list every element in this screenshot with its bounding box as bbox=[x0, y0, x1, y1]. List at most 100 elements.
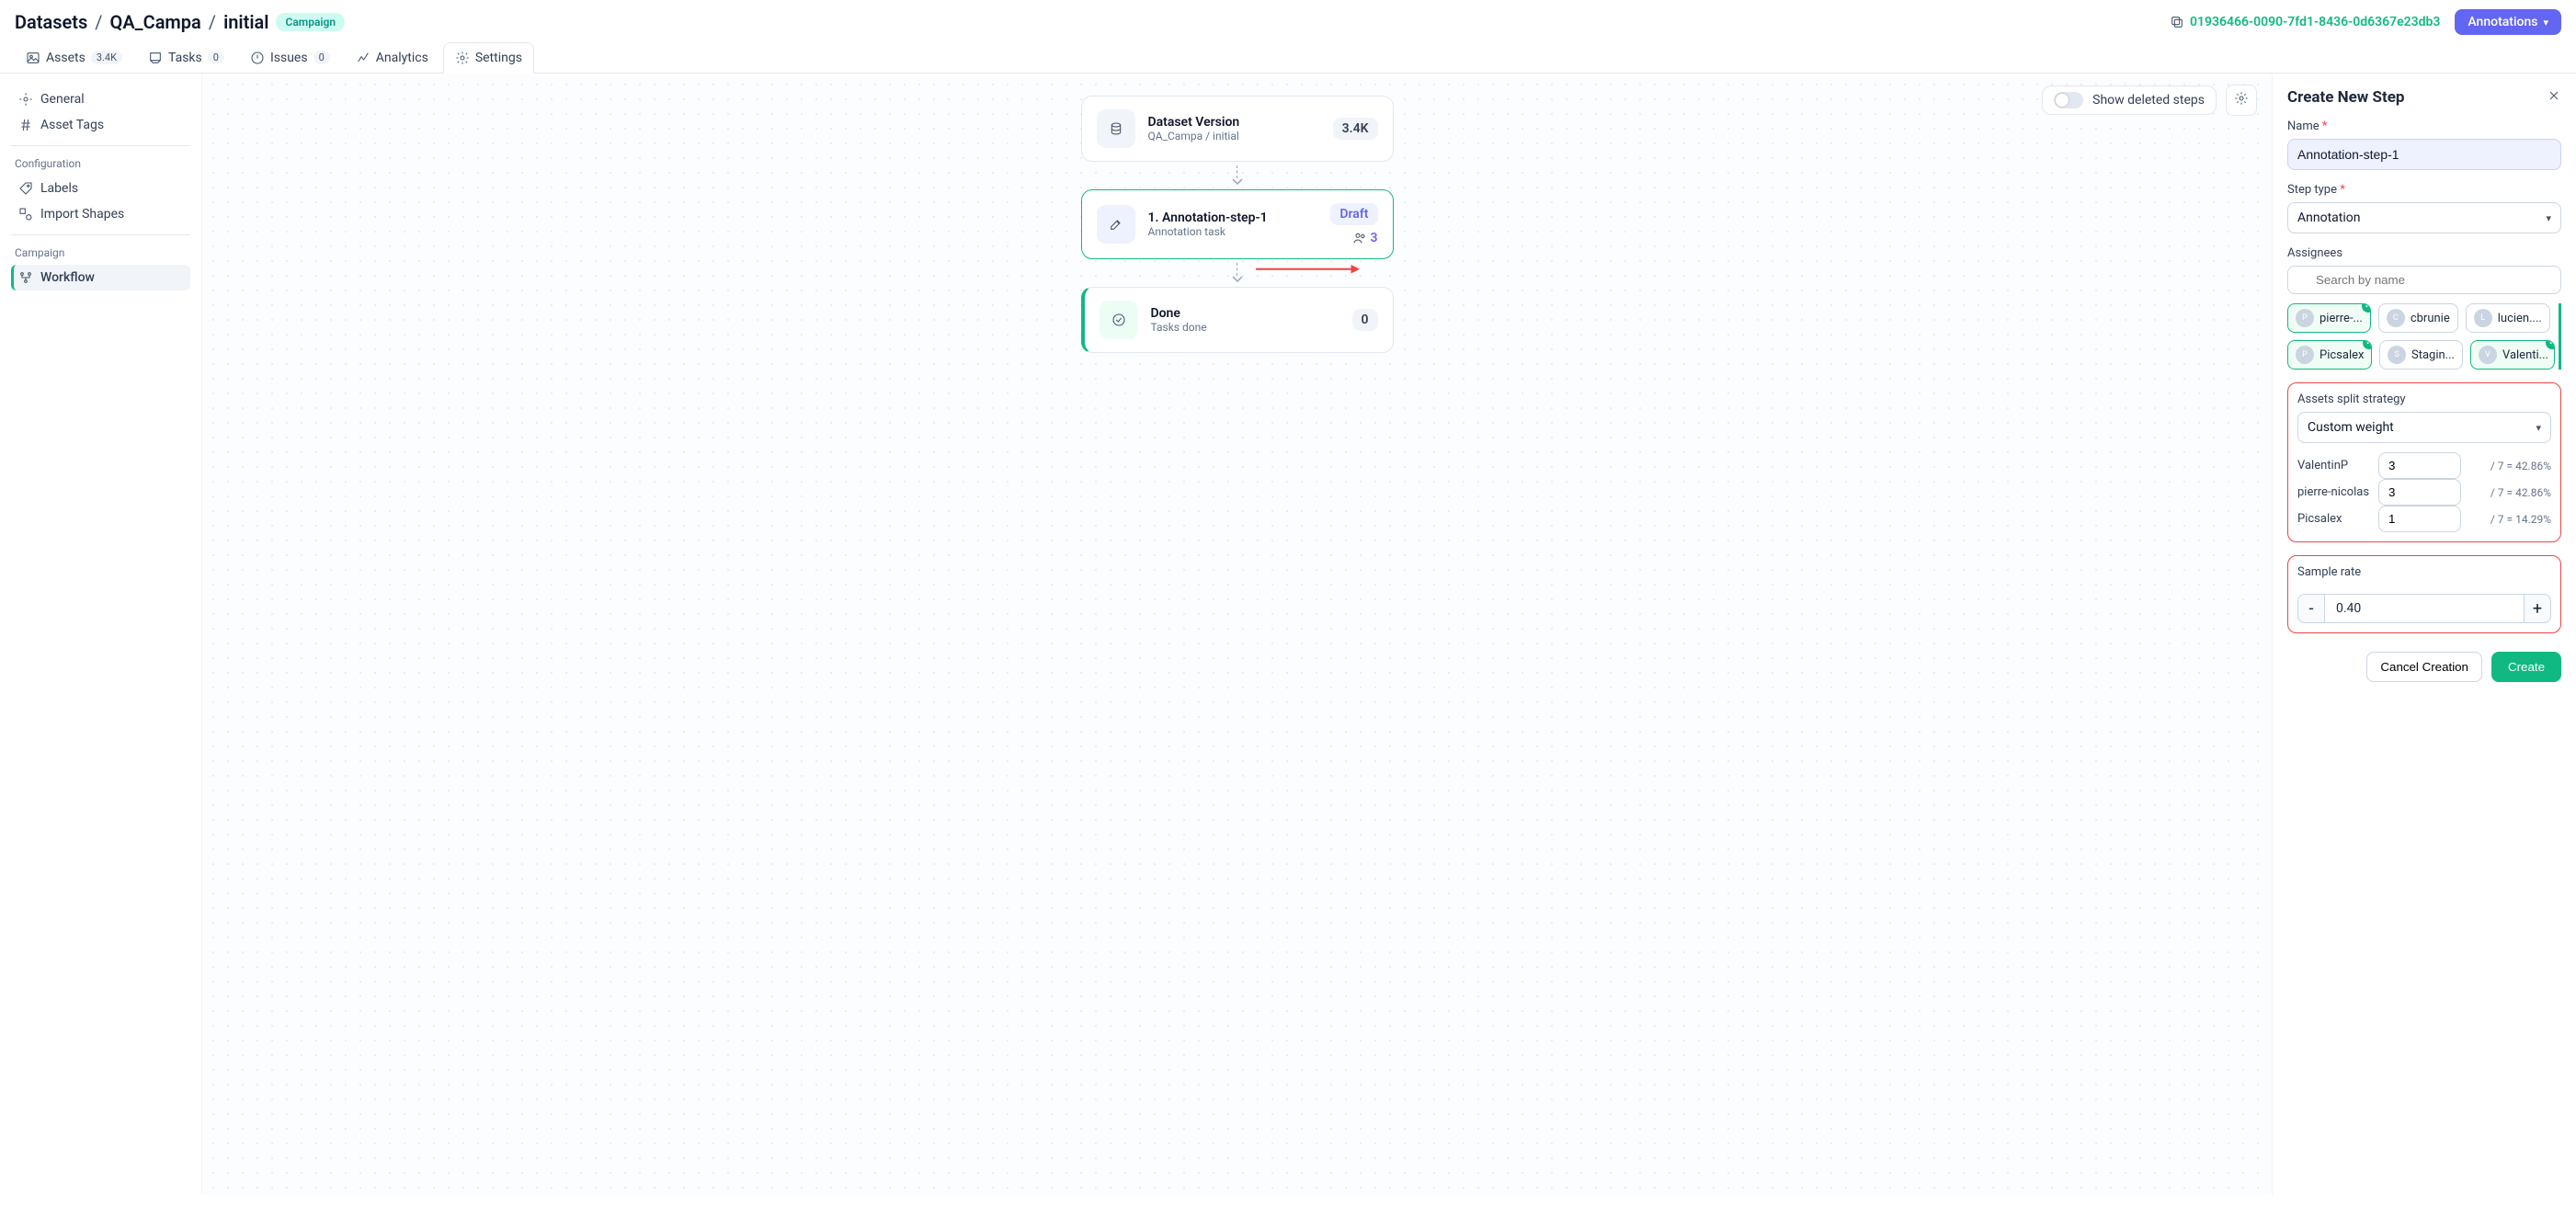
tab-tasks-count: 0 bbox=[208, 51, 224, 64]
node-dataset-title: Dataset Version bbox=[1148, 115, 1240, 130]
name-label: Name bbox=[2287, 119, 2320, 133]
create-step-panel: Create New Step Name * Step type * Annot… bbox=[2273, 74, 2576, 1195]
gear-icon bbox=[18, 92, 33, 107]
chip-label: Stagin... bbox=[2411, 348, 2455, 362]
tab-assets-count: 3.4K bbox=[91, 51, 122, 64]
tab-analytics[interactable]: Analytics bbox=[345, 42, 439, 73]
section-configuration: Configuration bbox=[15, 157, 187, 170]
copy-icon bbox=[2170, 15, 2184, 29]
step-type-select[interactable]: Annotation ▾ bbox=[2287, 202, 2561, 233]
image-icon bbox=[26, 51, 40, 65]
node-step-status: Draft bbox=[1330, 203, 1377, 225]
section-campaign: Campaign bbox=[15, 246, 187, 259]
annotation-arrow bbox=[1256, 264, 1362, 275]
sample-rate-value[interactable]: 0.40 bbox=[2325, 594, 2524, 623]
tab-issues-count: 0 bbox=[313, 51, 330, 64]
chevron-down-icon: ▾ bbox=[2546, 212, 2551, 224]
sidenav-workflow-label: Workflow bbox=[40, 270, 95, 285]
assignee-chips: Ppierre-...✓CcbrunieLlucien....PPicsalex… bbox=[2287, 303, 2561, 370]
sample-rate-label: Sample rate bbox=[2297, 565, 2551, 579]
sidenav-labels[interactable]: Labels bbox=[11, 176, 190, 201]
check-icon: ✓ bbox=[2362, 303, 2371, 313]
assignee-chip[interactable]: Ccbrunie bbox=[2378, 303, 2458, 333]
database-icon bbox=[1109, 121, 1123, 136]
weight-fraction: / 7 = 42.86% bbox=[2468, 486, 2551, 499]
sidenav-import-shapes-label: Import Shapes bbox=[40, 207, 124, 222]
node-step-assignees: 3 bbox=[1352, 231, 1378, 245]
sample-rate-increment[interactable]: + bbox=[2524, 594, 2551, 623]
node-done-count: 0 bbox=[1352, 309, 1378, 331]
assignee-chip[interactable]: Llucien.... bbox=[2466, 303, 2550, 333]
step-name-input[interactable] bbox=[2287, 139, 2561, 170]
tab-tasks[interactable]: Tasks 0 bbox=[137, 42, 235, 73]
sidenav-asset-tags[interactable]: Asset Tags bbox=[11, 112, 190, 138]
sidenav-general[interactable]: General bbox=[11, 86, 190, 112]
weight-input[interactable] bbox=[2378, 452, 2461, 479]
toggle-label: Show deleted steps bbox=[2092, 93, 2205, 108]
sample-rate-section: Sample rate - 0.40 + bbox=[2287, 555, 2561, 633]
weight-row: ValentinP / 7 = 42.86% bbox=[2297, 452, 2551, 479]
tab-analytics-label: Analytics bbox=[376, 51, 428, 65]
gear-icon bbox=[455, 51, 470, 65]
tab-settings[interactable]: Settings bbox=[443, 42, 534, 74]
chip-label: lucien.... bbox=[2498, 312, 2542, 325]
show-deleted-steps-toggle[interactable]: Show deleted steps bbox=[2042, 85, 2217, 115]
chevron-down-icon: ▾ bbox=[2543, 17, 2548, 28]
create-button[interactable]: Create bbox=[2491, 652, 2561, 682]
gear-icon bbox=[2234, 91, 2249, 106]
type-label: Step type bbox=[2287, 183, 2337, 197]
weight-input[interactable] bbox=[2378, 506, 2461, 532]
sidenav-general-label: General bbox=[40, 92, 85, 107]
split-strategy-select[interactable]: Custom weight ▾ bbox=[2297, 412, 2551, 443]
breadcrumb-dataset[interactable]: QA_Campa bbox=[110, 11, 201, 33]
assignee-chip[interactable]: S Stagin... bbox=[2379, 340, 2463, 370]
check-circle-icon bbox=[1111, 313, 1126, 327]
node-done-title: Done bbox=[1151, 306, 1207, 321]
weight-fraction: / 7 = 42.86% bbox=[2468, 460, 2551, 472]
chevron-down-icon: ▾ bbox=[2536, 422, 2541, 434]
workflow-icon bbox=[18, 270, 33, 285]
close-panel-button[interactable] bbox=[2547, 88, 2561, 107]
sidenav-labels-label: Labels bbox=[40, 181, 78, 196]
canvas-settings-button[interactable] bbox=[2226, 85, 2257, 116]
chip-label: Valenti... bbox=[2502, 348, 2548, 362]
assignee-chip[interactable]: PPicsalex✓ bbox=[2287, 340, 2372, 370]
sample-rate-decrement[interactable]: - bbox=[2297, 594, 2325, 623]
tag-icon bbox=[18, 181, 33, 196]
avatar: C bbox=[2387, 309, 2405, 327]
tab-issues[interactable]: Issues 0 bbox=[239, 42, 341, 73]
split-label: Assets split strategy bbox=[2297, 393, 2551, 406]
cancel-creation-button[interactable]: Cancel Creation bbox=[2366, 652, 2482, 682]
chip-label: pierre-... bbox=[2320, 312, 2363, 325]
step-type-value: Annotation bbox=[2297, 210, 2360, 225]
shapes-icon bbox=[18, 207, 33, 222]
tab-settings-label: Settings bbox=[475, 51, 522, 65]
weight-fraction: / 7 = 14.29% bbox=[2468, 513, 2551, 526]
node-annotation-step[interactable]: 1. Annotation-step-1 Annotation task Dra… bbox=[1081, 189, 1394, 259]
node-dataset-count: 3.4K bbox=[1333, 118, 1378, 140]
node-done[interactable]: Done Tasks done 0 bbox=[1081, 287, 1394, 353]
hash-icon bbox=[18, 118, 33, 132]
tab-issues-label: Issues bbox=[270, 51, 308, 65]
chip-label: cbrunie bbox=[2411, 312, 2450, 325]
sidenav-import-shapes[interactable]: Import Shapes bbox=[11, 201, 190, 227]
weight-row: Picsalex/ 7 = 14.29% bbox=[2297, 506, 2551, 532]
assignee-search-input[interactable] bbox=[2287, 266, 2561, 294]
sidenav-workflow[interactable]: Workflow bbox=[11, 265, 190, 290]
breadcrumb-root[interactable]: Datasets bbox=[15, 11, 87, 33]
avatar: L bbox=[2474, 309, 2492, 327]
assignee-chip[interactable]: VValenti...✓ bbox=[2470, 340, 2555, 370]
avatar: S bbox=[2388, 346, 2406, 364]
weight-input[interactable] bbox=[2378, 479, 2461, 506]
node-step-sub: Annotation task bbox=[1148, 225, 1268, 238]
node-dataset-version[interactable]: Dataset Version QA_Campa / initial 3.4K bbox=[1081, 96, 1394, 162]
assignee-chip[interactable]: Ppierre-...✓ bbox=[2287, 303, 2371, 333]
toggle-switch[interactable] bbox=[2054, 92, 2083, 108]
dataset-uuid[interactable]: 01936466-0090-7fd1-8436-0d6367e23db3 bbox=[2170, 15, 2440, 29]
breadcrumb-version[interactable]: initial bbox=[223, 11, 268, 33]
tab-assets[interactable]: Assets 3.4K bbox=[15, 42, 133, 73]
annotations-button[interactable]: Annotations ▾ bbox=[2455, 9, 2561, 35]
avatar: V bbox=[2479, 346, 2497, 364]
weight-name: ValentinP bbox=[2297, 459, 2371, 472]
workflow-canvas[interactable]: Show deleted steps Dataset Version QA_Ca… bbox=[202, 74, 2273, 1195]
